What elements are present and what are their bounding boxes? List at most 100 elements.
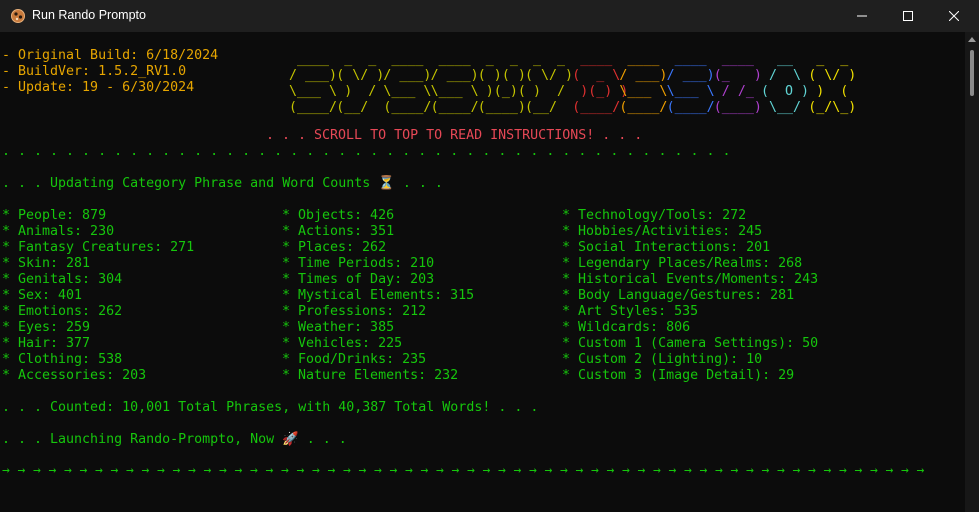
console-output[interactable]: - Original Build: 6/18/2024 - BuildVer: … <box>0 32 964 512</box>
build-info-original: - Original Build: 6/18/2024 <box>2 48 219 63</box>
progress-arrow-icon: → <box>343 463 351 478</box>
banner-letter-X: _ _ ( \/ ) ) ( (_/\_) <box>808 52 857 115</box>
progress-arrow-icon: → <box>839 463 847 478</box>
category-count-item: * Eyes: 259 <box>2 320 91 335</box>
progress-arrow-icon: → <box>420 463 429 478</box>
progress-arrow-icon: → <box>405 463 413 478</box>
progress-arrow-icon: → <box>916 463 925 478</box>
category-count-item: * Clothing: 538 <box>2 352 123 367</box>
banner-letter-S3: ____ / ___) \___ \ (____/ <box>430 52 479 115</box>
category-count-item: * Times of Day: 203 <box>282 272 435 287</box>
progress-arrow-icon: → <box>172 463 181 478</box>
progress-arrow-icon: → <box>250 463 258 478</box>
banner-letter-S4: ____ / ___) \___ \ (____/ <box>619 52 668 115</box>
progress-arrow-icon: → <box>498 463 506 478</box>
progress-arrow-icon: → <box>327 463 336 478</box>
progress-arrow-icon: → <box>265 463 274 478</box>
progress-arrow-icon: → <box>374 463 382 478</box>
category-count-item: * Social Interactions: 201 <box>562 240 771 255</box>
progress-arrow-icon: → <box>591 463 599 478</box>
banner-letter-Y2: _ _ ( \/ ) ) / (__/ <box>525 52 574 115</box>
category-count-item: * People: 879 <box>2 208 107 223</box>
progress-arrow-icon: → <box>436 463 444 478</box>
progress-arrow-icon: → <box>17 463 26 478</box>
category-count-item: * Emotions: 262 <box>2 304 123 319</box>
progress-arrow-icon: → <box>854 463 863 478</box>
banner-letter-O: __ / \ ( O ) \__/ <box>761 52 810 115</box>
window-title: Run Rando Prompto <box>32 8 146 22</box>
progress-arrow-icon: → <box>451 463 460 478</box>
progress-arrow-icon: → <box>157 463 165 478</box>
category-count-item: * Body Language/Gestures: 281 <box>562 288 795 303</box>
category-count-item: * Hair: 377 <box>2 336 91 351</box>
progress-arrow-icon: → <box>885 463 894 478</box>
category-count-item: * Vehicles: 225 <box>282 336 403 351</box>
progress-arrow-icon: → <box>389 463 398 478</box>
launching-status: . . . Launching Rando-Prompto, Now 🚀 . .… <box>2 432 347 447</box>
build-info-update: - Update: 19 - 6/30/2024 <box>2 80 195 95</box>
category-count-item: * Legendary Places/Realms: 268 <box>562 256 803 271</box>
banner-letter-Y: _ _ ( \/ ) ) / (__/ <box>336 52 385 115</box>
scroll-notice: . . . SCROLL TO TOP TO READ INSTRUCTIONS… <box>266 128 643 143</box>
category-count-item: * Objects: 426 <box>282 208 395 223</box>
progress-arrow-icon: → <box>296 463 305 478</box>
progress-arrow-icon: → <box>808 463 816 478</box>
progress-arrow-icon: → <box>606 463 615 478</box>
progress-arrow-icon: → <box>823 463 832 478</box>
category-count-item: * Custom 2 (Lighting): 10 <box>562 352 763 367</box>
progress-arrow-icon: → <box>467 463 475 478</box>
progress-arrow-icon: → <box>2 463 10 478</box>
category-count-item: * Mystical Elements: 315 <box>282 288 475 303</box>
progress-arrow-icon: → <box>575 463 584 478</box>
title-bar: Run Rando Prompto <box>0 0 979 32</box>
category-count-item: * Custom 3 (Image Detail): 29 <box>562 368 795 383</box>
minimize-button[interactable] <box>839 0 885 32</box>
progress-arrow-row: → → → → → → → → → → → → → → → → → → → → → → → → → → → → → → → → → → → → → → → →… <box>2 463 932 479</box>
progress-arrow-icon: → <box>513 463 522 478</box>
banner-letter-S1: ____ / ___) \___ \ (____/ <box>289 52 338 115</box>
category-count-item: * Wildcards: 806 <box>562 320 691 335</box>
progress-arrow-icon: → <box>777 463 785 478</box>
progress-arrow-icon: → <box>637 463 646 478</box>
close-button[interactable] <box>931 0 977 32</box>
progress-arrow-icon: → <box>33 463 41 478</box>
category-count-item: * Historical Events/Moments: 243 <box>562 272 819 287</box>
category-count-item: * Nature Elements: 232 <box>282 368 459 383</box>
progress-arrow-icon: → <box>746 463 754 478</box>
close-icon <box>949 11 959 21</box>
category-count-item: * Animals: 230 <box>2 224 115 239</box>
category-count-item: * Accessories: 203 <box>2 368 147 383</box>
banner-letter-S5: ____ / ___) \___ \ (____/ <box>666 52 715 115</box>
progress-arrow-icon: → <box>792 463 801 478</box>
banner-letter-Z: ____ (_ ) / /_ (____) <box>713 52 762 115</box>
progress-arrow-icon: → <box>560 463 568 478</box>
progress-arrow-icon: → <box>715 463 723 478</box>
build-info-version: - BuildVer: 1.5.2_RV1.0 <box>2 64 187 79</box>
category-count-item: * Genitals: 304 <box>2 272 123 287</box>
scroll-thumb[interactable] <box>970 50 974 96</box>
category-count-item: * Technology/Tools: 272 <box>562 208 747 223</box>
category-count-item: * Weather: 385 <box>282 320 395 335</box>
progress-arrow-icon: → <box>95 463 103 478</box>
minimize-icon <box>857 15 867 17</box>
progress-arrow-icon: → <box>188 463 196 478</box>
progress-arrow-icon: → <box>529 463 537 478</box>
scroll-up-arrow-icon[interactable] <box>968 37 976 42</box>
category-count-item: * Art Styles: 535 <box>562 304 699 319</box>
progress-arrow-icon: → <box>281 463 289 478</box>
progress-arrow-icon: → <box>126 463 134 478</box>
counted-status: . . . Counted: 10,001 Total Phrases, wit… <box>2 400 539 415</box>
progress-arrow-icon: → <box>730 463 739 478</box>
vertical-scrollbar[interactable] <box>965 32 979 512</box>
category-count-item: * Skin: 281 <box>2 256 91 271</box>
maximize-icon <box>903 11 913 21</box>
progress-arrow-icon: → <box>110 463 119 478</box>
banner-letter-U: _ _ ( )( ) )(_)( (____) <box>477 52 526 115</box>
progress-arrow-icon: → <box>622 463 630 478</box>
progress-arrow-icon: → <box>668 463 677 478</box>
maximize-button[interactable] <box>885 0 931 32</box>
category-count-item: * Custom 1 (Camera Settings): 50 <box>562 336 819 351</box>
category-count-item: * Sex: 401 <box>2 288 83 303</box>
category-count-item: * Hobbies/Activities: 245 <box>562 224 763 239</box>
app-icon <box>11 9 25 23</box>
